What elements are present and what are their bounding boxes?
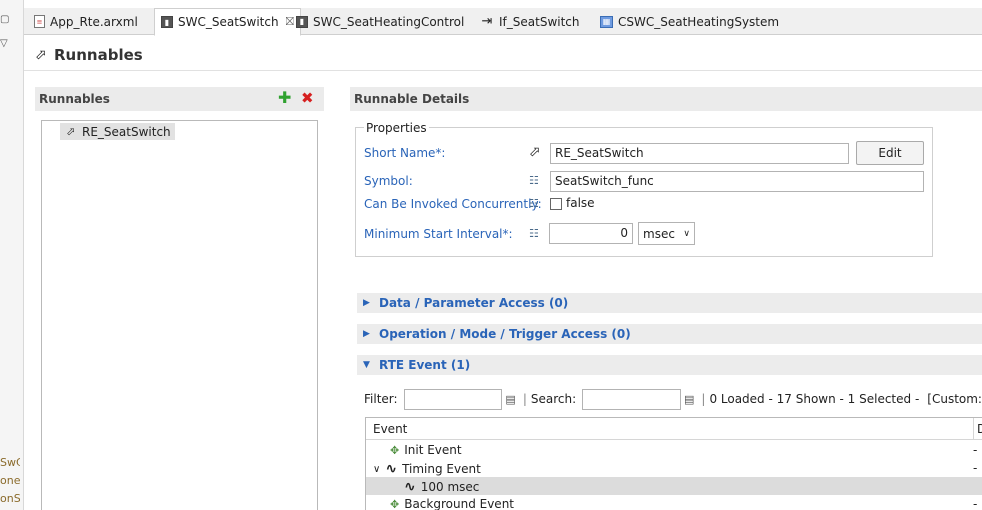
table-row[interactable]: ∿ 100 msec	[366, 477, 982, 495]
divider: |	[522, 392, 527, 406]
tab-label: SWC_SeatHeatingControl	[313, 14, 465, 29]
column-header-d[interactable]: D	[973, 418, 982, 440]
tab-label: SWC_SeatSwitch	[178, 15, 279, 29]
concurrent-value: false	[566, 196, 595, 210]
gutter-text: one	[0, 474, 20, 487]
list-icon: ☷	[529, 227, 539, 240]
unit-select[interactable]: msec ∨	[638, 222, 695, 245]
concurrent-checkbox[interactable]	[550, 198, 562, 210]
section-label: Operation / Mode / Trigger Access (0)	[379, 327, 631, 341]
tab-swc-seatswitch[interactable]: ▮ SWC_SeatSwitch ⛝	[154, 8, 301, 36]
tab-app-rte[interactable]: ≡ App_Rte.arxml	[28, 8, 144, 35]
table-row[interactable]: ∨ ∿ Timing Event -	[366, 459, 982, 477]
background-event-icon: ✥	[390, 497, 400, 510]
runnable-icon: ⬀	[35, 47, 47, 63]
add-runnable-button[interactable]: ✚	[278, 90, 291, 106]
interface-icon: ⇥	[481, 14, 493, 29]
symbol-field[interactable]: SeatSwitch_func	[550, 171, 924, 192]
tab-label: CSWC_SeatHeatingSystem	[618, 14, 780, 29]
left-gutter: ▢ ▽ SwC one onS	[0, 0, 24, 510]
list-icon: ☷	[529, 174, 539, 187]
search-input[interactable]	[582, 388, 681, 410]
section-label: Data / Parameter Access (0)	[379, 296, 569, 310]
list-icon: ☷	[529, 197, 539, 210]
remove-runnable-button[interactable]: ✖	[301, 90, 314, 106]
clear-search-icon[interactable]: ▤	[684, 393, 694, 406]
editor-tab-bar: ≡ App_Rte.arxml ▮ SWC_SeatSwitch ⛝ ▮ SWC…	[24, 8, 982, 36]
table-row[interactable]: ✥ Init Event -	[366, 441, 982, 459]
divider: |	[701, 392, 706, 406]
table-header: Event D	[366, 418, 982, 440]
event-label: 100 msec	[420, 480, 480, 494]
runnables-panel: Runnables ✚ ✖ ⬀ RE_SeatSwitch	[35, 87, 324, 510]
timing-event-icon: ∿	[385, 461, 398, 477]
list-item-label: RE_SeatSwitch	[82, 124, 171, 139]
chevron-down-icon[interactable]: ∨	[373, 464, 380, 475]
runnable-details-title: Runnable Details	[354, 92, 470, 106]
section-operation-mode-trigger-access[interactable]: ▶ Operation / Mode / Trigger Access (0)	[357, 324, 982, 344]
chevron-down-icon: ∨	[683, 228, 690, 239]
init-event-icon: ✥	[390, 443, 400, 457]
tab-cswc-seatheatingsystem[interactable]: ▦ CSWC_SeatHeatingSystem	[594, 8, 785, 35]
tab-label: App_Rte.arxml	[50, 14, 138, 29]
tab-label: If_SeatSwitch	[499, 14, 580, 29]
section-data-parameter-access[interactable]: ▶ Data / Parameter Access (0)	[357, 293, 982, 313]
runnables-header: Runnables ✚ ✖	[35, 87, 324, 111]
restore-icon[interactable]: ▢	[0, 14, 9, 25]
gutter-text: SwC	[0, 456, 20, 469]
clear-filter-icon[interactable]: ▤	[505, 393, 515, 406]
column-header-event[interactable]: Event	[373, 422, 407, 436]
short-name-field[interactable]: RE_SeatSwitch	[550, 143, 849, 164]
runnable-icon: ⬀	[529, 144, 541, 160]
event-status: 0 Loaded - 17 Shown - 1 Selected -	[709, 392, 920, 406]
arxml-file-icon: ≡	[34, 15, 45, 28]
divider	[24, 70, 982, 71]
gutter-text: onS	[0, 492, 20, 505]
timing-event-icon: ∿	[404, 479, 416, 495]
custom-filter-label: [Custom:	[927, 392, 982, 406]
tab-swc-seatheatingcontrol[interactable]: ▮ SWC_SeatHeatingControl	[290, 8, 470, 35]
runnable-icon: ⬀	[66, 125, 76, 138]
page-title: Runnables	[54, 46, 143, 64]
edit-button[interactable]: Edit	[856, 141, 924, 165]
event-filter-row: Filter: ▤ | Search: ▤ | 0 Loaded - 17 Sh…	[364, 387, 982, 411]
event-table: Event D ✥ Init Event - ∨ ∿ Timing Event …	[365, 417, 982, 510]
section-label: RTE Event (1)	[379, 358, 471, 372]
list-item[interactable]: ⬀ RE_SeatSwitch	[60, 123, 175, 140]
properties-group: Properties Short Name*: ⬀ RE_SeatSwitch …	[355, 121, 933, 257]
runnable-details-header: Runnable Details	[350, 87, 982, 111]
section-rte-event[interactable]: ▼ RTE Event (1)	[357, 355, 982, 375]
chevron-right-icon: ▶	[363, 298, 370, 308]
event-label: Init Event	[404, 443, 462, 457]
runnables-title: Runnables	[39, 92, 110, 106]
unit-select-value: msec	[643, 226, 675, 241]
runnables-list[interactable]: ⬀ RE_SeatSwitch	[41, 120, 318, 510]
event-value: -	[973, 461, 978, 475]
symbol-label[interactable]: Symbol:	[364, 174, 413, 188]
swc-icon: ▮	[161, 16, 173, 28]
filter-input[interactable]	[403, 388, 503, 410]
event-value: -	[973, 497, 978, 510]
concurrent-label[interactable]: Can Be Invoked Concurrently:	[364, 197, 542, 211]
event-label: Background Event	[404, 497, 514, 510]
event-value: -	[973, 443, 978, 457]
tab-if-seatswitch[interactable]: ⇥ If_SeatSwitch	[474, 8, 586, 35]
min-interval-label[interactable]: Minimum Start Interval*:	[364, 227, 513, 241]
chevron-right-icon: ▶	[363, 329, 370, 339]
runnable-details-panel: Runnable Details Properties Short Name*:…	[350, 87, 982, 510]
properties-label: Properties	[364, 121, 429, 135]
chevron-down-icon: ▼	[363, 360, 370, 370]
event-label: Timing Event	[402, 462, 481, 476]
table-row[interactable]: ✥ Background Event -	[366, 495, 982, 510]
filter-label: Filter:	[364, 392, 398, 406]
chevron-down-icon[interactable]: ▽	[0, 38, 8, 49]
search-label: Search:	[530, 392, 577, 406]
min-interval-field[interactable]: 0	[549, 223, 633, 244]
swc-icon: ▮	[296, 15, 308, 28]
composition-icon: ▦	[600, 15, 613, 28]
short-name-label[interactable]: Short Name*:	[364, 146, 445, 160]
page-header: ⬀ Runnables	[34, 43, 143, 67]
